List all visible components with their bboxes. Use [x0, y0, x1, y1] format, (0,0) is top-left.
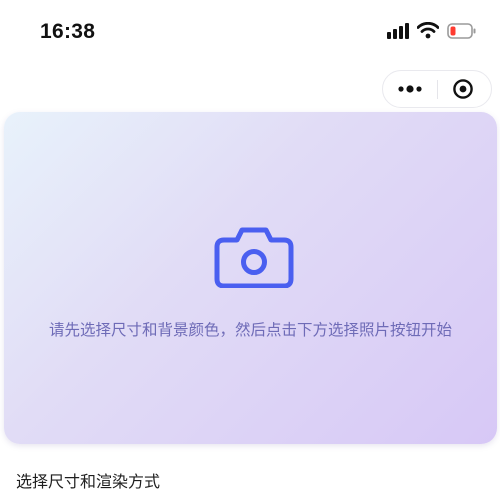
upload-hint-text: 请先选择尺寸和背景颜色，然后点击下方选择照片按钮开始 [48, 321, 452, 339]
section-title: 选择尺寸和渲染方式 [16, 472, 161, 491]
capsule-divider [437, 80, 438, 99]
camera-icon [214, 227, 294, 288]
target-icon[interactable] [452, 78, 474, 100]
wifi-icon [417, 22, 439, 39]
status-time: 16:38 [40, 20, 96, 43]
photo-preview-area[interactable]: 请先选择尺寸和背景颜色，然后点击下方选择照片按钮开始 [4, 112, 497, 444]
status-bar: 16:38 [0, 0, 500, 62]
more-icon[interactable] [397, 83, 423, 95]
battery-low-icon [447, 23, 476, 39]
mini-program-capsule [382, 70, 492, 108]
signal-icon [387, 23, 409, 39]
